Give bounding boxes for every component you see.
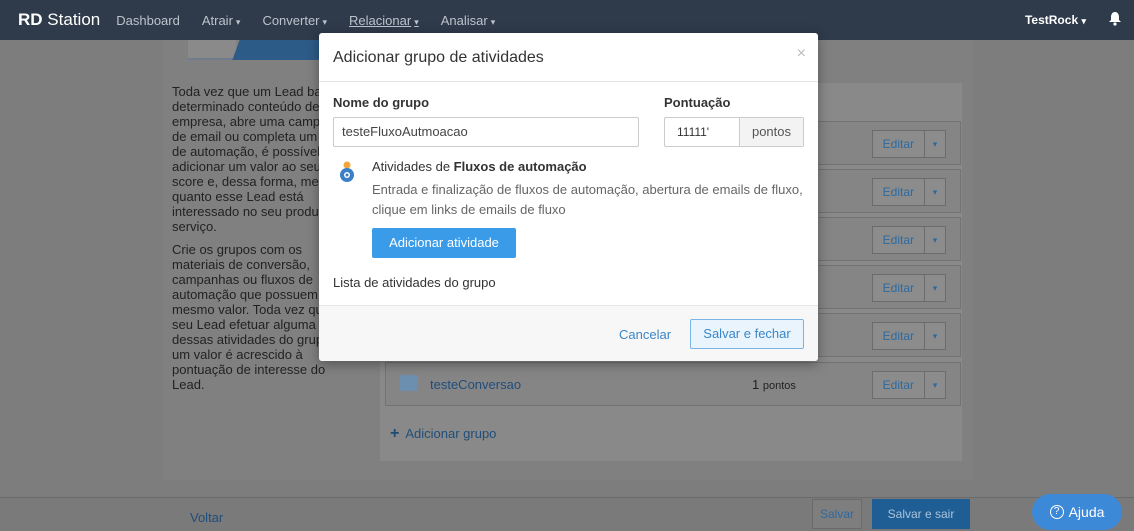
brand-bold: RD — [18, 10, 43, 29]
activity-list-label: Lista de atividades do grupo — [333, 275, 496, 290]
edit-label: Editar — [873, 131, 925, 157]
save-button[interactable]: Salvar — [812, 499, 863, 529]
user-menu[interactable]: TestRock ▾ — [1025, 13, 1086, 27]
edit-button[interactable]: Editar ▾ — [871, 130, 946, 158]
edit-button[interactable]: Editar ▾ — [871, 371, 946, 399]
bell-icon[interactable] — [1108, 11, 1122, 29]
modal-header: Adicionar grupo de atividades × — [319, 33, 818, 82]
group-points-unit: pontos — [762, 380, 796, 392]
chevron-down-icon[interactable]: ▾ — [925, 323, 945, 349]
group-points: 1 pontos — [752, 377, 796, 392]
cancel-button[interactable]: Cancelar — [619, 327, 671, 342]
edit-label: Editar — [873, 227, 925, 253]
nav-converter[interactable]: Converter ▾ — [262, 13, 327, 28]
chevron-down-icon[interactable]: ▾ — [925, 372, 945, 398]
group-name-input[interactable]: testeFluxoAutmoacao — [333, 117, 639, 147]
modal-title: Adicionar grupo de atividades — [333, 49, 544, 66]
chevron-down-icon: ▾ — [1081, 16, 1086, 26]
activity-description: Entrada e finalização de fluxos de autom… — [372, 182, 803, 217]
close-icon[interactable]: × — [797, 45, 806, 63]
chevron-down-icon[interactable]: ▾ — [925, 179, 945, 205]
save-and-exit-button[interactable]: Salvar e sair — [872, 499, 970, 529]
tab-profile[interactable] — [188, 40, 236, 60]
group-points-value: 1 — [752, 377, 760, 392]
help-label: Ajuda — [1068, 504, 1105, 520]
tab-interests[interactable] — [232, 40, 326, 60]
edit-button[interactable]: Editar ▾ — [871, 178, 946, 206]
user-name: TestRock — [1024, 13, 1079, 27]
question-icon: ? — [1049, 505, 1064, 519]
group-row: testeConversao 1 pontos Editar ▾ — [385, 362, 961, 406]
group-name-label: Nome do grupo — [333, 95, 430, 110]
automation-flow-icon — [337, 159, 357, 185]
nav-analisar[interactable]: Analisar ▾ — [441, 13, 496, 28]
chevron-down-icon: ▾ — [490, 16, 496, 27]
chevron-down-icon: ▾ — [322, 16, 328, 27]
edit-button[interactable]: Editar ▾ — [871, 274, 946, 302]
conversion-icon — [400, 375, 418, 391]
back-link[interactable]: Voltar — [190, 510, 223, 525]
nav-relacionar[interactable]: Relacionar ▾ — [349, 13, 419, 28]
points-input-group: 11111' pontos — [664, 117, 804, 147]
add-group-label: Adicionar grupo — [405, 426, 497, 441]
points-input[interactable]: 11111' — [665, 118, 740, 146]
activity-title-prefix: Atividades de — [372, 159, 454, 174]
plus-icon: + — [390, 425, 400, 442]
nav-atrair[interactable]: Atrair ▾ — [202, 13, 241, 28]
add-activity-button[interactable]: Adicionar atividade — [372, 228, 516, 258]
group-name-link[interactable]: testeConversao — [430, 377, 521, 392]
points-addon: pontos — [740, 118, 803, 146]
nav-atrair-label: Atrair — [201, 12, 233, 28]
chevron-down-icon: ▾ — [414, 16, 419, 27]
help-button[interactable]: ? Ajuda — [1032, 494, 1122, 530]
edit-label: Editar — [873, 179, 925, 205]
brand-logo[interactable]: RD Station — [18, 10, 100, 30]
edit-label: Editar — [873, 372, 925, 398]
chevron-down-icon[interactable]: ▾ — [925, 227, 945, 253]
activity-title: Atividades de Fluxos de automação — [372, 159, 587, 174]
chevron-down-icon[interactable]: ▾ — [925, 275, 945, 301]
tabs-strip — [188, 40, 328, 62]
edit-button[interactable]: Editar ▾ — [871, 322, 946, 350]
nav-converter-label: Converter — [262, 12, 320, 28]
edit-label: Editar — [873, 275, 925, 301]
activity-title-bold: Fluxos de automação — [453, 159, 587, 174]
nav-dashboard-label: Dashboard — [116, 12, 180, 28]
nav-dashboard[interactable]: Dashboard — [116, 13, 180, 28]
edit-label: Editar — [873, 323, 925, 349]
chevron-down-icon: ▾ — [235, 16, 241, 27]
add-group-link[interactable]: + Adicionar grupo — [390, 425, 496, 443]
nav-relacionar-label: Relacionar — [349, 12, 412, 28]
save-and-close-button[interactable]: Salvar e fechar — [690, 319, 804, 349]
chevron-down-icon[interactable]: ▾ — [925, 131, 945, 157]
nav-analisar-label: Analisar — [440, 12, 488, 28]
points-label: Pontuação — [664, 95, 731, 110]
modal-footer: Cancelar Salvar e fechar — [319, 305, 818, 361]
brand-light: Station — [47, 10, 101, 29]
edit-button[interactable]: Editar ▾ — [871, 226, 946, 254]
add-activity-group-modal: Adicionar grupo de atividades × Nome do … — [319, 33, 818, 361]
